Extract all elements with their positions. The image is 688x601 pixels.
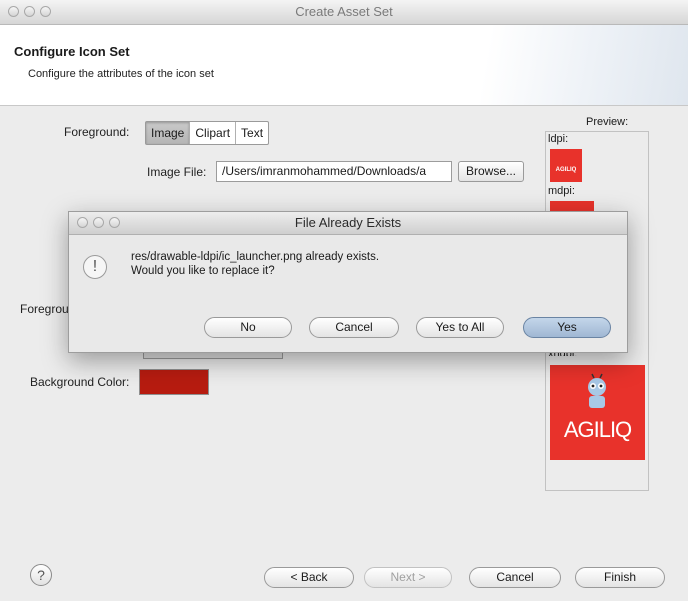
preview-mdpi-label: mdpi: — [548, 185, 575, 197]
image-file-label: Image File: — [147, 165, 207, 179]
wizard-header — [0, 25, 688, 106]
file-exists-dialog: File Already Exists ! res/drawable-ldpi/… — [68, 211, 628, 353]
foreground-tab-text[interactable]: Text — [236, 122, 268, 144]
preview-xhdpi-icon: AGILIQ — [550, 365, 645, 460]
hidden-control — [143, 352, 283, 359]
foreground-label: Foreground: — [64, 125, 130, 139]
background-color-label: Background Color: — [30, 375, 130, 389]
preview-xhdpi-icon-text: AGILIQ — [563, 417, 632, 442]
page-subtitle: Configure the attributes of the icon set — [28, 68, 214, 80]
dialog-yes-to-all-button[interactable]: Yes to All — [416, 317, 504, 338]
help-icon[interactable]: ? — [30, 564, 52, 586]
dialog-message: res/drawable-ldpi/ic_launcher.png alread… — [131, 250, 379, 278]
dialog-message-line2: Would you like to replace it? — [131, 265, 275, 277]
preview-ldpi-icon-text: AGILIQ — [555, 167, 577, 173]
page-title: Configure Icon Set — [14, 44, 130, 59]
foreground-segmented-control: Image Clipart Text — [145, 121, 270, 145]
dialog-title: File Already Exists — [294, 215, 402, 230]
dialog-yes-button[interactable]: Yes — [523, 317, 611, 338]
next-button[interactable]: Next > — [364, 567, 452, 588]
preview-ldpi-icon: AGILIQ — [550, 149, 582, 182]
finish-button[interactable]: Finish — [575, 567, 665, 588]
dialog-cancel-button[interactable]: Cancel — [309, 317, 399, 338]
foreground-scaling-label: Foregrou — [20, 302, 69, 316]
foreground-tab-clipart[interactable]: Clipart — [190, 122, 237, 144]
dialog-message-line1: res/drawable-ldpi/ic_launcher.png alread… — [131, 251, 380, 263]
background-color-swatch[interactable] — [139, 369, 209, 395]
warning-icon: ! — [83, 255, 107, 279]
preview-ldpi-label: ldpi: — [548, 133, 569, 145]
foreground-tab-image[interactable]: Image — [146, 122, 191, 144]
cancel-button[interactable]: Cancel — [469, 567, 561, 588]
robot-icon — [588, 373, 606, 408]
preview-title: Preview: — [586, 116, 629, 128]
image-file-input[interactable]: /Users/imranmohammed/Downloads/a — [216, 161, 452, 182]
dialog-no-button[interactable]: No — [204, 317, 292, 338]
window-title: Create Asset Set — [295, 4, 393, 19]
back-button[interactable]: < Back — [264, 567, 354, 588]
browse-button[interactable]: Browse... — [458, 161, 524, 182]
